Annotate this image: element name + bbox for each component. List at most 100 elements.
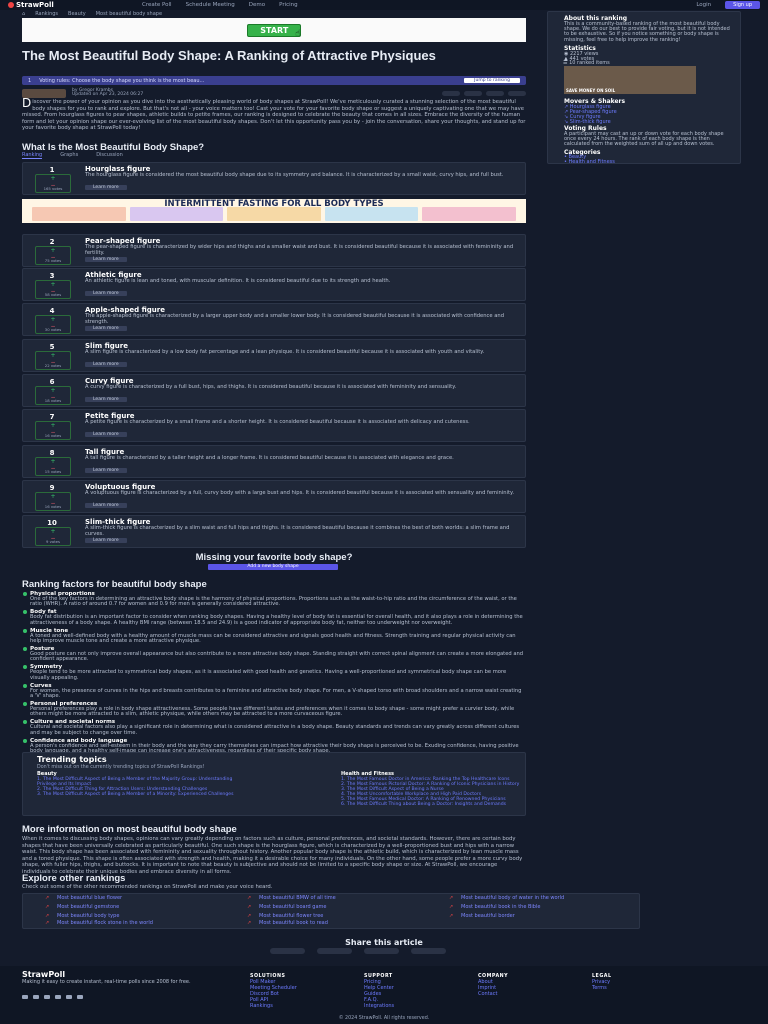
ad-start-button[interactable]: START [247, 23, 302, 37]
jump-to-ranking-button[interactable]: Jump to ranking [464, 78, 520, 83]
instagram-icon[interactable] [55, 995, 61, 999]
share-facebook-icon[interactable] [364, 948, 399, 954]
login-link[interactable]: Login [696, 2, 711, 8]
footer-link[interactable]: Integrations [364, 1003, 394, 1009]
add-body-shape-button[interactable]: Add a new body shape [208, 564, 338, 570]
item-description: A voluptuous figure is characterized by … [85, 490, 515, 496]
explore-link[interactable]: Most beautiful flock stone in the world [43, 921, 223, 927]
explore-grid: Most beautiful blue flower Most beautiful… [22, 893, 640, 929]
footer-logo[interactable]: StrawPoll [22, 970, 65, 979]
rank-number: 10 [47, 519, 57, 527]
nav-demo[interactable]: Demo [249, 2, 265, 8]
trending-link[interactable]: 3. The Most Difficult Aspect of Being a … [37, 792, 247, 797]
factor-name: Posture [23, 646, 526, 652]
explore-link[interactable]: Most beautiful flower tree [245, 914, 425, 920]
item-description: An athletic figure is lean and toned, wi… [85, 278, 391, 284]
explore-link[interactable]: Most beautiful book to read [245, 921, 425, 927]
tab-graphs[interactable]: Graphs [60, 152, 78, 159]
sidebar: About this ranking This is a community-b… [547, 11, 741, 165]
upvote-icon[interactable]: + [36, 175, 70, 182]
rank-number: 8 [49, 449, 55, 457]
ad-banner-top[interactable]: START ☝ [22, 18, 526, 42]
category-health[interactable]: • Health and Fitness [564, 160, 615, 165]
footer-link[interactable]: Terms [592, 985, 612, 991]
explore-link[interactable]: Most beautiful gemstone [43, 905, 223, 911]
trending-column-beauty: Beauty 1. The Most Difficult Aspect of Be… [37, 771, 247, 797]
footer-tagline: Making it easy to create instant, real-t… [22, 979, 191, 985]
share-email-icon[interactable] [508, 90, 526, 96]
rank-number: 2 [49, 238, 55, 246]
trending-link[interactable]: 1. The Most Difficult Aspect of Being a … [37, 777, 247, 787]
learn-more-button[interactable]: Learn more [85, 257, 127, 262]
upvote-icon[interactable]: + [36, 281, 70, 288]
explore-link[interactable]: Most beautiful body of water in the worl… [447, 896, 627, 902]
share-x-icon[interactable] [464, 90, 482, 96]
signup-button[interactable]: Sign up [725, 1, 760, 9]
upvote-icon[interactable]: + [36, 422, 70, 429]
factor-description: People tend to be more attracted to symm… [30, 669, 507, 681]
factor-item: Body fat Body fat distribution is an impo… [23, 609, 526, 626]
home-icon[interactable]: ⌂ [22, 11, 25, 17]
explore-link[interactable]: Most beautiful board game [245, 905, 425, 911]
upvote-icon[interactable]: + [36, 458, 70, 465]
item-description: The apple-shaped figure is characterized… [85, 313, 504, 325]
tiktok-icon[interactable] [77, 995, 83, 999]
youtube-icon[interactable] [66, 995, 72, 999]
learn-more-button[interactable]: Learn more [85, 185, 127, 190]
explore-title: Explore other rankings [22, 873, 126, 884]
rank-number: 9 [49, 484, 55, 492]
facebook-icon[interactable] [44, 995, 50, 999]
upvote-icon[interactable]: + [36, 316, 70, 323]
explore-link[interactable]: Most beautiful blue flower [43, 896, 223, 902]
item-description: A curvy figure is characterized by a ful… [85, 384, 457, 390]
learn-more-button[interactable]: Learn more [85, 326, 127, 331]
nav-schedule-meeting[interactable]: Schedule Meeting [186, 2, 235, 8]
upvote-icon[interactable]: + [36, 352, 70, 359]
tab-ranking[interactable]: Ranking [22, 152, 43, 159]
x-icon[interactable] [33, 995, 39, 999]
factor-description: A toned and well-defined body with a hea… [30, 632, 516, 645]
breadcrumb-beauty[interactable]: Beauty [68, 11, 86, 17]
ranking-item: 7 + −16 votes Petite figure A petite figure … [22, 409, 526, 442]
upvote-icon[interactable]: + [36, 493, 70, 500]
upvote-icon[interactable]: + [36, 247, 70, 254]
upvote-icon[interactable]: + [36, 528, 70, 535]
learn-more-button[interactable]: Learn more [85, 503, 127, 508]
footer-link[interactable]: Contact [478, 991, 508, 997]
discord-icon[interactable] [22, 995, 28, 999]
factor-item: Muscle tone A toned and well-defined body… [23, 628, 526, 645]
sidebar-ad-caption: SAVE MONEY ON SOIL [566, 88, 616, 93]
tab-discussion[interactable]: Discussion [96, 152, 123, 159]
logo[interactable]: StrawPoll [8, 1, 128, 9]
sidebar-ad[interactable]: SAVE MONEY ON SOIL [564, 66, 696, 94]
more-info-body: When it comes to discussing body shapes,… [22, 836, 523, 875]
share-link-icon[interactable] [442, 90, 460, 96]
learn-more-button[interactable]: Learn more [85, 538, 127, 543]
upvote-icon[interactable]: + [36, 387, 70, 394]
trending-link[interactable]: 6. The Most Difficult Thing about Being … [341, 802, 551, 807]
explore-link[interactable]: Most beautiful body type [43, 914, 223, 920]
share-x-icon[interactable] [317, 948, 352, 954]
updated-date: Updated on Apr 23, 2024 06:27 [72, 92, 144, 97]
factors-list: Physical proportions One of the key facto… [23, 591, 526, 769]
vote-count: 15 votes [44, 469, 62, 474]
factor-name: Symmetry [23, 664, 526, 670]
learn-more-button[interactable]: Learn more [85, 468, 127, 473]
nav-create-poll[interactable]: Create Poll [142, 2, 172, 8]
ad-banner-mid[interactable]: INTERMITTENT FASTING FOR ALL BODY TYPES [22, 199, 526, 223]
learn-more-button[interactable]: Learn more [85, 362, 127, 367]
explore-link[interactable]: Most beautiful border [447, 914, 627, 920]
learn-more-button[interactable]: Learn more [85, 432, 127, 437]
breadcrumb-rankings[interactable]: Rankings [35, 11, 58, 17]
explore-link[interactable]: Most beautiful BMW of all time [245, 896, 425, 902]
learn-more-button[interactable]: Learn more [85, 397, 127, 402]
footer-link[interactable]: Rankings [250, 1003, 297, 1009]
nav-pricing[interactable]: Pricing [279, 2, 298, 8]
share-facebook-icon[interactable] [486, 90, 504, 96]
explore-link[interactable]: Most beautiful book in the Bible [447, 905, 627, 911]
share-email-icon[interactable] [411, 948, 446, 954]
share-link-icon[interactable] [270, 948, 305, 954]
factor-item: Culture and societal norms Cultural and s… [23, 719, 526, 736]
vote-count: 30 votes [44, 327, 62, 332]
learn-more-button[interactable]: Learn more [85, 291, 127, 296]
